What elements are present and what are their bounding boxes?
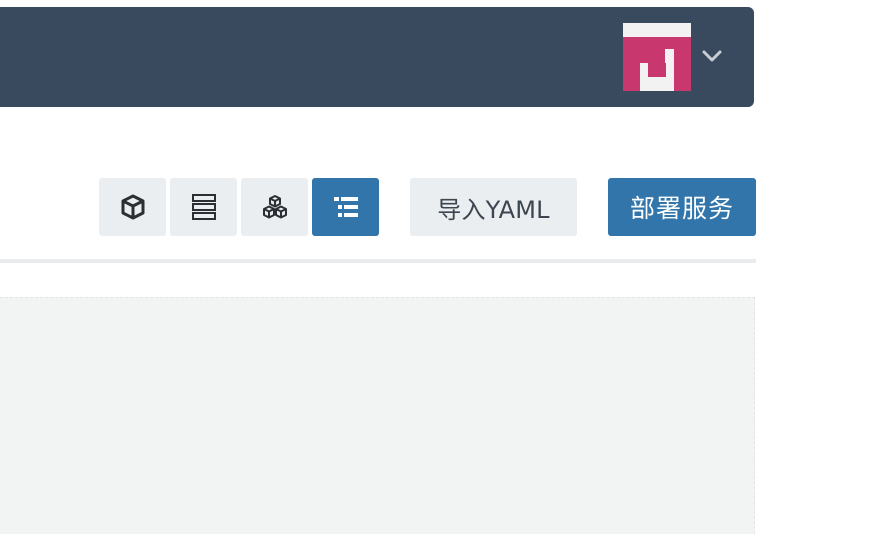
list-icon (333, 197, 358, 217)
avatar[interactable] (623, 23, 691, 91)
chevron-down-icon (702, 50, 722, 62)
server-icon (191, 194, 216, 220)
import-yaml-button[interactable]: 导入YAML (410, 178, 577, 236)
user-menu-toggle[interactable] (700, 44, 724, 68)
view-server-button[interactable] (170, 178, 237, 236)
view-cubes-button[interactable] (241, 178, 308, 236)
content-panel (0, 297, 755, 534)
identicon-image (623, 23, 691, 91)
cube-icon (121, 194, 144, 220)
cubes-icon (262, 195, 287, 219)
view-cube-button[interactable] (99, 178, 166, 236)
page: 导入YAML 部署服务 (0, 0, 878, 534)
divider (0, 259, 756, 263)
view-list-button[interactable] (312, 178, 379, 236)
deploy-service-button[interactable]: 部署服务 (608, 178, 756, 236)
